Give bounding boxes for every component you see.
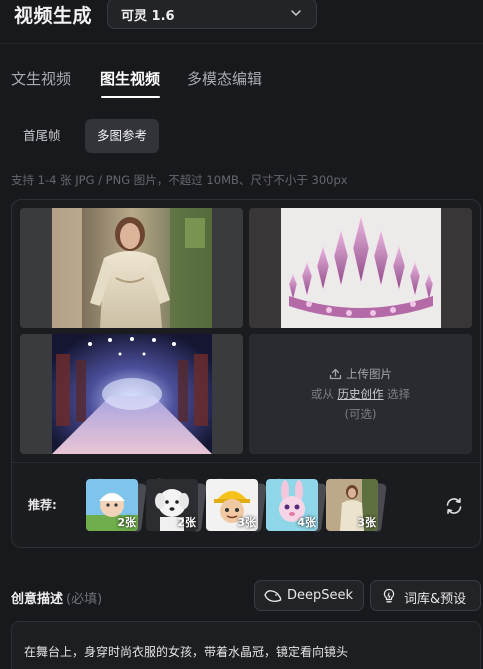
upload-or-prefix: 或从 (310, 387, 334, 401)
upload-image-slot[interactable]: 上传图片 或从 历史创作 选择 (可选) (249, 334, 472, 454)
model-select[interactable]: 可灵 1.6 (107, 0, 317, 29)
lightbulb-icon (383, 588, 395, 603)
deepseek-whale-icon (264, 590, 282, 603)
recommend-count: 3张 (237, 516, 256, 529)
deepseek-button[interactable]: DeepSeek (254, 580, 364, 611)
refresh-icon[interactable] (444, 496, 464, 516)
reference-image-stage (20, 334, 243, 454)
subtab-first-last-frame[interactable]: 首尾帧 (11, 119, 73, 153)
header: 视频生成 可灵 1.6 (0, 0, 483, 44)
reference-image-slot-1[interactable] (20, 208, 243, 328)
upload-or-suffix: 选择 (387, 387, 411, 401)
recommend-count: 3张 (357, 516, 376, 529)
reference-images-panel: 上传图片 或从 历史创作 选择 (可选) 推荐: 2张 2张 3张 4张 3张 (11, 199, 481, 548)
recommend-count: 4张 (297, 516, 316, 529)
panel-divider (12, 462, 480, 463)
subtab-multi-image-reference[interactable]: 多图参考 (85, 119, 160, 153)
upload-title: 上传图片 (346, 367, 392, 381)
recommend-set-1[interactable]: 2张 (86, 478, 147, 532)
history-creation-link[interactable]: 历史创作 (338, 387, 384, 401)
reference-image-crystal-crown (249, 208, 472, 328)
upload-icon (329, 368, 342, 380)
reference-image-slot-2[interactable] (249, 208, 472, 328)
presets-label: 词库&预设 (404, 592, 467, 607)
recommend-set-3[interactable]: 3张 (206, 478, 267, 532)
recommend-count: 2张 (177, 516, 196, 529)
prompt-text: 在舞台上，身穿时尚衣服的女孩，带着水晶冠，镜定看向镜头 (24, 645, 349, 659)
chevron-down-icon (291, 10, 301, 16)
reference-image-woman (20, 208, 243, 328)
tab-text-to-video[interactable]: 文生视频 (11, 68, 71, 89)
recommend-set-2[interactable]: 2张 (146, 478, 207, 532)
prompt-label: 创意描述 (必填) (11, 588, 102, 607)
video-generation-panel: 视频生成 可灵 1.6 文生视频 图生视频 多模态编辑 首尾帧 多图参考 支持 … (0, 0, 483, 669)
reference-image-slot-3[interactable] (20, 334, 243, 454)
active-tab-underline (101, 96, 160, 98)
upload-hint: 支持 1-4 张 JPG / PNG 图片，不超过 10MB、尺寸不小于 300… (11, 173, 348, 187)
model-select-value: 可灵 1.6 (121, 9, 175, 24)
prompt-label-text: 创意描述 (11, 592, 64, 607)
recommend-count: 2张 (117, 516, 136, 529)
tab-multimodal-edit[interactable]: 多模态编辑 (187, 68, 262, 89)
recommend-set-5[interactable]: 3张 (326, 478, 387, 532)
recommend-set-4[interactable]: 4张 (266, 478, 327, 532)
presets-button[interactable]: 词库&预设 (370, 580, 481, 611)
page-title: 视频生成 (14, 5, 93, 27)
upload-optional-note: (可选) (344, 407, 377, 421)
prompt-required-note: (必填) (66, 592, 103, 607)
recommend-label: 推荐: (28, 498, 57, 512)
prompt-textarea[interactable]: 在舞台上，身穿时尚衣服的女孩，带着水晶冠，镜定看向镜头 (11, 621, 481, 669)
tab-image-to-video[interactable]: 图生视频 (100, 68, 160, 89)
deepseek-label: DeepSeek (287, 588, 354, 603)
